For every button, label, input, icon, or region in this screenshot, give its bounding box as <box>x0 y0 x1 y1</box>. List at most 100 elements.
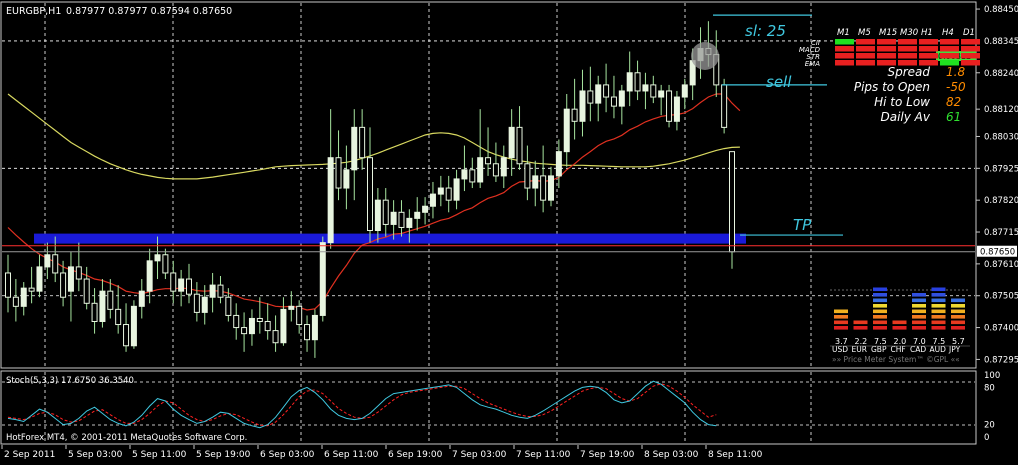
candle-body-bull <box>374 199 381 232</box>
meter-segment <box>873 320 887 325</box>
candle-body-bear <box>540 175 547 201</box>
trading-chart[interactable]: 0.88450 0.88345 0.88240 0.88120 0.88030 0.879… <box>0 0 1018 460</box>
timeframe-label: D1 <box>963 28 975 38</box>
indicator-cell <box>961 46 980 52</box>
price-tick-label: 0.88120 <box>984 105 1018 115</box>
chart-root: 0.88450 0.88345 0.88240 0.88120 0.88030 0.879… <box>0 0 1018 460</box>
meter-segment <box>834 320 848 325</box>
candle <box>130 300 137 349</box>
candle-body-bull <box>130 305 137 347</box>
stat-label: Daily Av <box>881 110 931 124</box>
indicator-cell <box>898 53 917 59</box>
meter-segment <box>873 287 887 292</box>
meter-currency: AUD <box>930 345 947 354</box>
candle <box>721 78 728 134</box>
candle-body-bear <box>241 327 248 335</box>
candle-body-bull <box>44 254 51 268</box>
candle-body-bear <box>304 324 311 341</box>
candle-body-bull <box>555 151 562 177</box>
stat-value: 61 <box>946 110 961 124</box>
candle-body-bull <box>20 287 27 307</box>
candle-body-bear <box>445 187 452 201</box>
indicator-cell <box>877 39 896 45</box>
indicator-row-label: EMA <box>805 60 820 68</box>
stoch-label: Stoch(5,3,3) 17.6750 36.3540 <box>6 376 134 386</box>
price-tick-label: 0.87400 <box>984 324 1018 334</box>
candle-body-bear <box>28 287 35 292</box>
candle-body-bear <box>382 199 389 225</box>
indicator-cell <box>961 39 980 45</box>
candle-body-bull <box>414 211 421 219</box>
candle-body-bull <box>453 178 460 201</box>
price-tick-label: 0.88450 <box>984 5 1018 15</box>
meter-segment <box>853 320 868 325</box>
meter-segment <box>873 293 887 297</box>
indicator-cell <box>856 60 875 66</box>
candle-body-bear <box>170 272 177 292</box>
footer-copyright: HotForex MT4, © 2001-2011 MetaQuotes Sof… <box>6 433 247 443</box>
meter-segment <box>873 326 887 330</box>
meter-currency: USD <box>832 345 848 354</box>
candle-body-bear <box>162 254 169 274</box>
candle-body-bull <box>563 108 570 153</box>
indicator-cell <box>877 53 896 59</box>
candle-body-bull <box>248 317 255 335</box>
candle-body-bear <box>264 321 271 332</box>
stoch-level-label: 80 <box>984 383 995 393</box>
tp-annotation: TP <box>793 216 812 234</box>
candle-body-bull <box>201 296 208 313</box>
meter-segment <box>912 293 926 297</box>
candle-body-bull <box>209 284 216 298</box>
candle-body-bull <box>681 84 688 98</box>
candle-body-bull <box>429 193 436 207</box>
time-tick-label: 8 Sep 03:00 <box>644 450 699 460</box>
stoch-level-label: 100 <box>984 371 1000 381</box>
candle-body-bear <box>587 90 594 104</box>
candle-body-bear <box>193 293 200 313</box>
timeframe-label: M30 <box>900 28 918 38</box>
candle-body-bull <box>548 175 554 201</box>
stat-value: 82 <box>946 95 961 109</box>
candle-body-bull <box>532 175 539 189</box>
candle <box>319 236 326 322</box>
candle-body-bear <box>12 296 19 307</box>
timeframe-label: M1 <box>837 28 850 38</box>
candle-body-bull <box>642 84 649 92</box>
meter-segment <box>912 326 926 330</box>
price-tick-label: 0.87610 <box>984 260 1018 270</box>
candle-body-bear <box>272 330 279 344</box>
candle-body-bull <box>508 126 515 159</box>
time-tick-label: 2 Sep 2011 <box>4 450 55 460</box>
meter-segment <box>951 320 965 325</box>
meter-currency: EUR <box>852 345 867 354</box>
candle-body-bear <box>524 163 531 189</box>
candle-body-bull <box>618 90 625 107</box>
time-tick-label: 5 Sep 11:00 <box>132 450 187 460</box>
candle-body-bear <box>186 278 192 295</box>
candle-body-bear <box>256 317 263 323</box>
stat-value: -50 <box>946 80 966 94</box>
indicator-cell <box>940 46 959 52</box>
candle-body-bull <box>99 290 106 322</box>
price-tick-label: 0.88345 <box>984 37 1018 47</box>
candle-body-bear <box>60 272 67 298</box>
candle-body-bear <box>650 84 657 98</box>
indicator-cell <box>940 39 959 45</box>
meter-segment <box>931 293 946 297</box>
candle-body-bull <box>36 266 43 292</box>
candle-body-bear <box>5 272 11 298</box>
meter-segment <box>931 304 946 308</box>
indicator-cell <box>961 53 980 59</box>
meter-segment <box>912 298 926 303</box>
meter-segment <box>951 298 965 303</box>
sell-annotation: sell <box>766 73 792 91</box>
meter-segment <box>834 326 848 330</box>
indicator-cell <box>835 53 854 59</box>
indicator-cell <box>877 46 896 52</box>
candle-body-bear <box>398 211 405 228</box>
candle-body-bull <box>390 211 397 225</box>
candle-body-bull <box>311 314 318 341</box>
meter-segment <box>912 320 926 325</box>
indicator-cell <box>919 39 938 45</box>
indicator-cell <box>856 39 875 45</box>
